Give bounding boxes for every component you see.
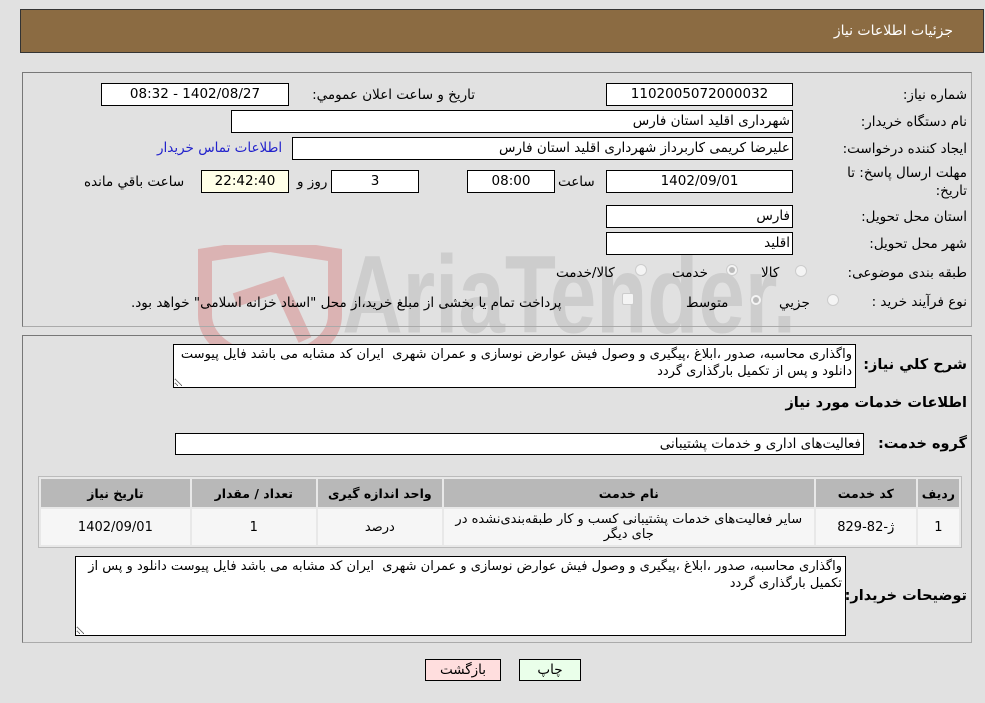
col-unit: واحد اندازه گیری [317, 479, 442, 507]
city-field: اقلید [606, 232, 793, 255]
creator-label: ایجاد کننده درخواست: [842, 141, 967, 157]
cell-need-date: 1402/09/01 [41, 509, 190, 545]
buyer-notes-label: توضیحات خریدار: [844, 588, 967, 604]
table-row: 1 ژ-82-829 سایر فعالیت‌های خدمات پشتیبان… [41, 509, 959, 545]
buyer-contact-link[interactable]: اطلاعات تماس خریدار [157, 140, 282, 156]
deadline-time-label: ساعت [558, 174, 595, 190]
table-header-row: رديف کد خدمت نام خدمت واحد اندازه گیری ت… [41, 479, 959, 507]
purchase-type-option-medium: متوسط [686, 295, 729, 311]
need-number-label: شماره نیاز: [902, 87, 967, 103]
col-service-code: کد خدمت [815, 479, 916, 507]
province-label: استان محل تحویل: [861, 209, 967, 225]
category-radio-service[interactable] [726, 264, 738, 276]
services-section-title: اطلاعات خدمات مورد نیاز [785, 395, 967, 411]
purchase-type-label: نوع فرآیند خرید : [871, 294, 967, 310]
deadline-time-field: 08:00 [467, 170, 555, 193]
purchase-type-radio-minor[interactable] [827, 294, 839, 306]
service-group-field: فعالیت‌های اداری و خدمات پشتیبانی [175, 433, 864, 455]
category-radio-goods[interactable] [795, 265, 807, 277]
treasury-note: پرداخت تمام یا بخشی از مبلغ خرید،از محل … [131, 295, 562, 311]
page-header: جزئیات اطلاعات نیاز [20, 9, 984, 53]
category-option-goods: کالا [761, 265, 780, 281]
buyer-notes-textarea[interactable]: واگذاری محاسبه، صدور ،ابلاغ ،پیگیری و وص… [75, 556, 846, 636]
cell-unit: درصد [317, 509, 442, 545]
need-number-field: 1102005072000032 [606, 83, 793, 106]
category-label: طبقه بندی موضوعی: [847, 265, 967, 281]
buyer-org-label: نام دستگاه خريدار: [860, 114, 967, 130]
purchase-type-radio-medium[interactable] [750, 294, 762, 306]
description-textarea[interactable]: واگذاری محاسبه، صدور ،ابلاغ ،پیگیری و وص… [173, 344, 856, 388]
category-option-goods-service: کالا/خدمت [556, 265, 615, 281]
announce-datetime-field: 1402/08/27 - 08:32 [101, 83, 289, 106]
col-need-date: تاریخ نیاز [41, 479, 190, 507]
treasury-checkbox[interactable] [622, 293, 634, 305]
purchase-type-option-minor: جزيي [779, 295, 810, 311]
days-label: روز و [297, 174, 328, 190]
remaining-label: ساعت باقي مانده [84, 174, 185, 190]
description-label: شرح كلي نياز: [863, 357, 967, 373]
deadline-date-field: 1402/09/01 [606, 170, 793, 193]
cell-index: 1 [917, 509, 959, 545]
print-button[interactable]: چاپ [519, 659, 581, 681]
page-title: جزئیات اطلاعات نیاز [833, 23, 953, 39]
creator-field: علیرضا کریمی کاربرداز شهرداری اقلید استا… [292, 137, 793, 160]
province-field: فارس [606, 205, 793, 228]
col-quantity: تعداد / مقدار [191, 479, 316, 507]
buyer-org-field: شهرداری اقلید استان فارس [231, 110, 793, 133]
announce-label: تاریخ و ساعت اعلان عمومي: [312, 87, 475, 103]
services-table: رديف کد خدمت نام خدمت واحد اندازه گیری ت… [38, 476, 962, 548]
deadline-label-line2: تاریخ: [935, 183, 967, 199]
cell-service-name: سایر فعالیت‌های خدمات پشتیبانی کسب و کار… [443, 509, 814, 545]
category-radio-goods-service[interactable] [635, 264, 647, 276]
col-service-name: نام خدمت [443, 479, 814, 507]
remaining-days-field: 3 [331, 170, 419, 193]
deadline-label-line1: مهلت ارسال پاسخ: تا [847, 165, 967, 181]
service-group-label: گروه خدمت: [877, 436, 967, 452]
city-label: شهر محل تحویل: [869, 236, 967, 252]
back-button[interactable]: بازگشت [425, 659, 501, 681]
cell-service-code: ژ-82-829 [815, 509, 916, 545]
category-option-service: خدمت [672, 265, 708, 281]
col-index: رديف [917, 479, 959, 507]
remaining-time-field: 22:42:40 [201, 170, 289, 193]
cell-quantity: 1 [191, 509, 316, 545]
